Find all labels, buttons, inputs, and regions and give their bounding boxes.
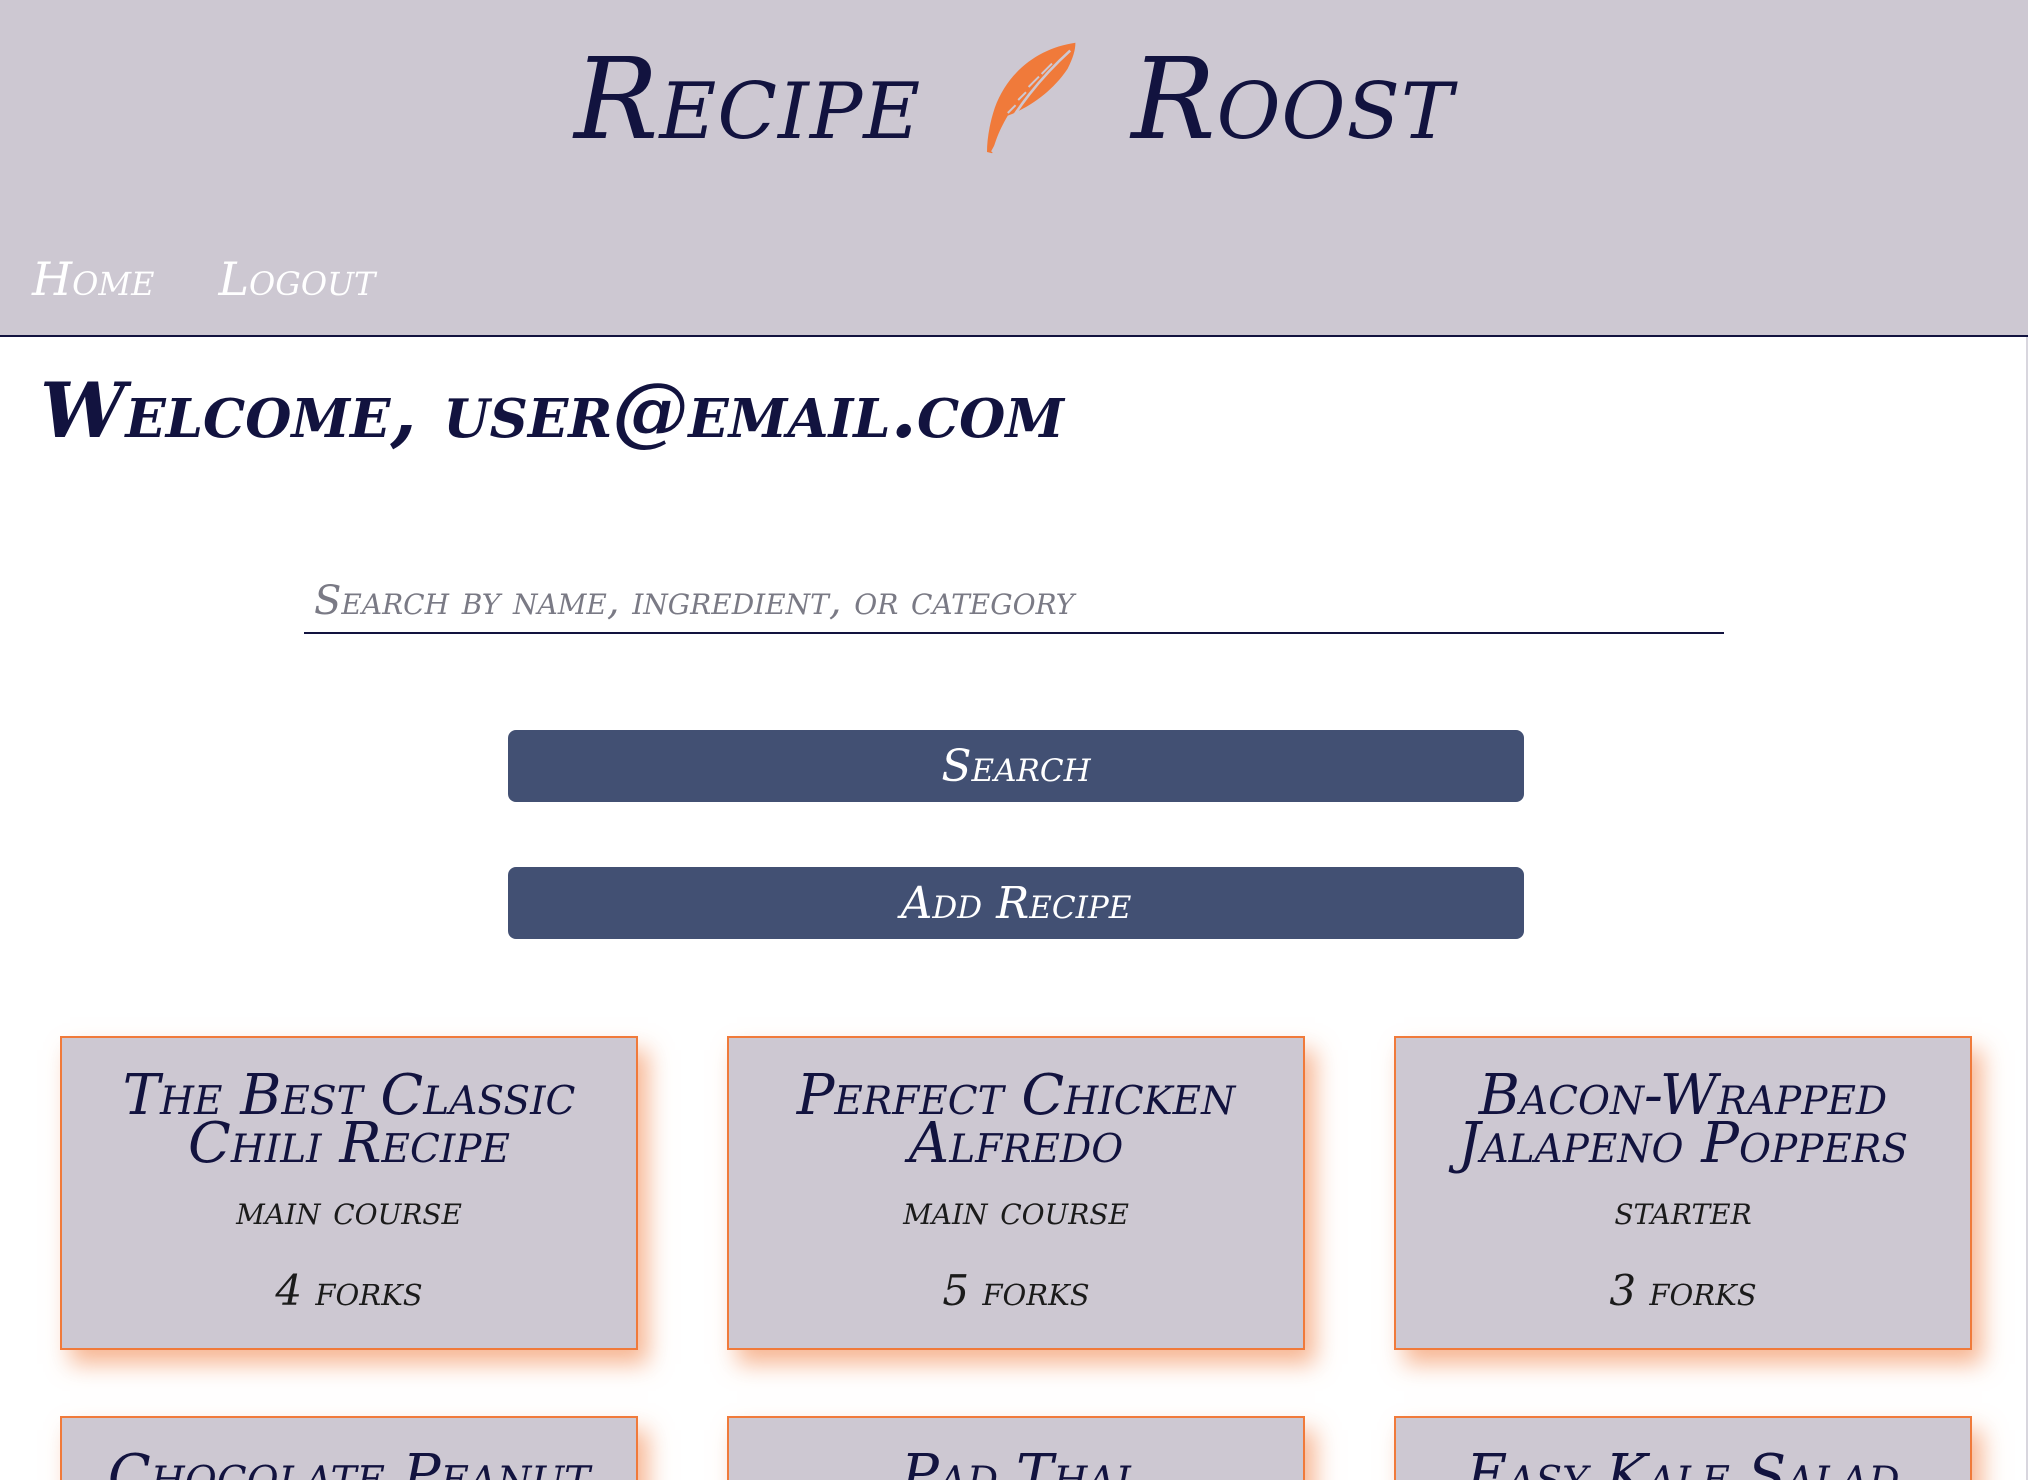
brand-logo[interactable]: Recipe Roost: [0, 30, 2028, 170]
recipe-card[interactable]: Easy Kale Salad with: [1394, 1416, 1972, 1480]
recipe-card[interactable]: Chocolate Peanut: [60, 1416, 638, 1480]
site-header: Recipe Roost Home Logout: [0, 0, 2028, 337]
recipe-title: Pad Thai: [901, 1443, 1131, 1480]
welcome-heading: Welcome, user@email.com: [40, 366, 1065, 455]
recipe-card[interactable]: Bacon-Wrapped Jalapeno Poppers starter 3…: [1394, 1036, 1972, 1350]
feather-icon: [987, 42, 1076, 154]
recipe-category: starter: [1614, 1188, 1752, 1234]
search-field: [304, 570, 1724, 634]
recipe-title: Perfect Chicken Alfredo: [796, 1063, 1236, 1176]
recipe-rating: 4 forks: [275, 1266, 423, 1315]
add-recipe-button[interactable]: Add Recipe: [508, 867, 1524, 939]
search-button[interactable]: Search: [508, 730, 1524, 802]
recipe-rating: 3 forks: [1609, 1266, 1757, 1315]
page: Recipe Roost Home Logout Welcome, user@e…: [0, 0, 2028, 1480]
recipe-category: main course: [903, 1188, 1129, 1234]
nav-logout-link[interactable]: Logout: [218, 252, 375, 306]
main-nav: Home Logout: [32, 252, 375, 306]
recipe-title: Bacon-Wrapped Jalapeno Poppers: [1458, 1063, 1908, 1176]
recipe-title: Chocolate Peanut: [107, 1443, 591, 1480]
recipe-category: main course: [236, 1188, 462, 1234]
search-input[interactable]: [304, 570, 1724, 632]
recipe-card[interactable]: Perfect Chicken Alfredo main course 5 fo…: [727, 1036, 1305, 1350]
brand-name-right: Roost: [1131, 35, 1454, 165]
recipe-rating: 5 forks: [942, 1266, 1090, 1315]
recipe-card[interactable]: The Best Classic Chili Recipe main cours…: [60, 1036, 638, 1350]
recipe-card[interactable]: Pad Thai: [727, 1416, 1305, 1480]
brand-name-left: Recipe: [574, 35, 922, 165]
nav-home-link[interactable]: Home: [32, 252, 154, 306]
recipe-title: Easy Kale Salad with: [1466, 1443, 1900, 1480]
recipe-title: The Best Classic Chili Recipe: [122, 1063, 576, 1176]
